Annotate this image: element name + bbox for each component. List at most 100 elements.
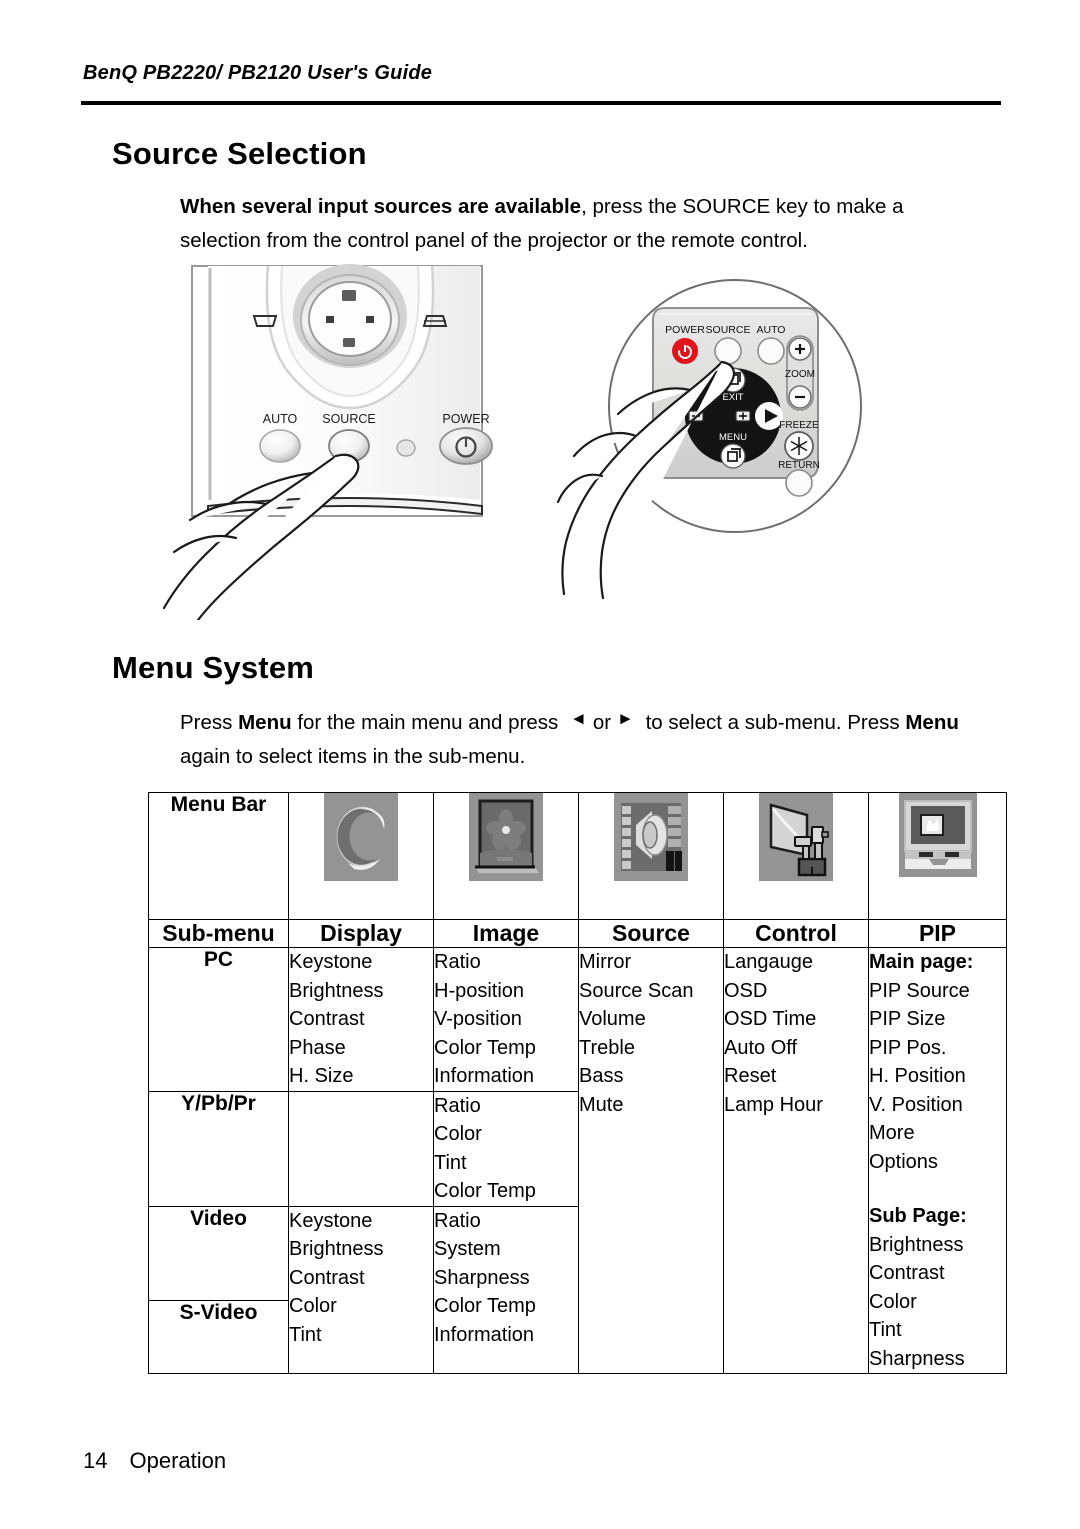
list-item: Contrast [869, 1262, 945, 1284]
image-picture-frame-icon [469, 793, 543, 881]
list-item: Brightness [869, 1233, 964, 1256]
menu-paragraph-part4: again to select items in the sub-menu. [180, 745, 526, 768]
list-item: More [869, 1122, 915, 1144]
source-selection-paragraph-bold: When several input sources are available [180, 195, 582, 218]
menu-bar-cell-pip [868, 792, 1007, 920]
list-item: Mute [579, 1093, 624, 1116]
remote-auto-button [757, 337, 785, 365]
cell-video-group-display: Keystone Brightness Contrast Color Tint [288, 1205, 434, 1374]
list-item: PIP Source [869, 979, 970, 1002]
pip-spacer [869, 1176, 1006, 1202]
cell-pc-display: Keystone Brightness Contrast Phase H. Si… [288, 947, 434, 1092]
list-item: Brightness [289, 979, 384, 1002]
menu-paragraph-part1: Press [180, 711, 239, 734]
list-item: OSD Time [724, 1008, 817, 1030]
list-item: Bass [579, 1065, 624, 1087]
display-ring-icon [324, 793, 398, 881]
projector-auto-label: AUTO [263, 412, 298, 426]
list-item: Lamp Hour [724, 1093, 823, 1116]
list-item: H. Position [869, 1065, 966, 1087]
list-item: Color [289, 1295, 337, 1317]
menu-system-table: Menu Bar Sub-menu Display Image Source C… [148, 792, 1007, 1374]
menu-paragraph-part3: to select a sub-menu. Press [639, 711, 906, 734]
list-item: Keystone [289, 951, 373, 973]
cell-pip-column: Main page: PIP Source PIP Size PIP Pos. … [868, 947, 1007, 1374]
menu-paragraph-part2: for the main menu and press [291, 711, 564, 734]
cell-ypbpr-image: Ratio Color Tint Color Temp [433, 1090, 579, 1207]
menu-paragraph-bold1: Menu [238, 711, 292, 734]
row-label-ypbpr: Y/Pb/Pr [148, 1090, 289, 1207]
right-arrow-icon: ► [617, 709, 634, 728]
header-image: Image [433, 919, 579, 948]
cell-video-group-image: Ratio System Sharpness Color Temp Inform… [433, 1205, 579, 1374]
list-item: Color Temp [434, 1180, 536, 1202]
footer-page-number: 14 [83, 1448, 108, 1473]
list-item: Contrast [289, 1008, 365, 1030]
row-label-svideo: S-Video [148, 1300, 289, 1374]
list-item: Ratio [434, 951, 481, 973]
control-projector-screen-icon [759, 793, 833, 881]
list-item: Options [869, 1150, 938, 1173]
list-item: Tint [289, 1323, 322, 1346]
list-item: V. Position [869, 1093, 963, 1116]
source-selection-heading: Source Selection [112, 136, 367, 171]
projector-source-label: SOURCE [322, 412, 375, 426]
header-rule [81, 101, 1001, 105]
remote-auto-label: AUTO [757, 324, 786, 336]
list-item: System [434, 1238, 501, 1260]
source-selection-illustration: AUTO SOURCE POWER POWER SOURCE AUTO ZOOM… [150, 250, 940, 622]
remote-menu-button [720, 443, 746, 469]
list-item: Color [434, 1123, 482, 1145]
running-header: BenQ PB2220/ PB2120 User's Guide [83, 62, 433, 84]
header-display: Display [288, 919, 434, 948]
table-row-headers: Sub-menu Display Image Source Control PI… [148, 919, 1007, 948]
page-footer: 14 Operation [83, 1448, 226, 1474]
menu-paragraph-bold2: Menu [905, 711, 959, 734]
projector-power-label: POWER [442, 412, 489, 426]
list-item: Information [434, 1323, 535, 1346]
table-row-pc: PC Keystone Brightness Contrast Phase H.… [148, 947, 1007, 1374]
list-item: Reset [724, 1065, 777, 1087]
projector-auto-button [259, 429, 301, 463]
menu-bar-cell-source [578, 792, 724, 920]
remote-zoom-label: ZOOM [785, 369, 815, 380]
list-item: Color Temp [434, 1295, 536, 1317]
header-source: Source [578, 919, 724, 948]
list-item: Tint [869, 1319, 902, 1341]
remote-control-illustration: POWER SOURCE AUTO ZOOM EXIT MENU FREEZE … [556, 279, 862, 600]
row-label-pc: PC [148, 947, 289, 1092]
remote-source-button [714, 337, 742, 365]
list-item: Brightness [289, 1238, 384, 1260]
list-item: H-position [434, 979, 525, 1002]
menu-system-paragraph: Press Menu for the main menu and press ◄… [180, 706, 1010, 774]
list-item: Auto Off [724, 1036, 798, 1059]
list-item: Color Temp [434, 1036, 536, 1059]
footer-section-name: Operation [129, 1448, 227, 1473]
pip-sub-page-title: Sub Page: [869, 1205, 967, 1227]
list-item: Sharpness [869, 1347, 965, 1370]
list-item: Mirror [579, 951, 632, 973]
menu-bar-cell-display [288, 792, 434, 920]
pip-monitor-inset-icon [898, 793, 977, 877]
cell-source-column: Mirror Source Scan Volume Treble Bass Mu… [578, 947, 724, 1374]
list-item: Langauge [724, 951, 813, 973]
list-item: Treble [579, 1036, 635, 1059]
row-label-video: Video [148, 1205, 289, 1301]
menu-system-heading: Menu System [112, 650, 315, 685]
remote-source-label: SOURCE [706, 324, 751, 336]
projector-control-panel-illustration: AUTO SOURCE POWER [162, 264, 493, 622]
list-item: Color [869, 1290, 917, 1313]
list-item: H. Size [289, 1065, 354, 1087]
remote-menu-label: MENU [719, 432, 747, 443]
list-item: Ratio [434, 1209, 481, 1232]
header-sub-menu: Sub-menu [148, 919, 289, 948]
list-item: Source Scan [579, 979, 694, 1002]
cell-ypbpr-display [288, 1090, 434, 1207]
list-item: Ratio [434, 1094, 481, 1117]
list-item: Keystone [289, 1209, 373, 1232]
cell-control-column: Langauge OSD OSD Time Auto Off Reset Lam… [723, 947, 869, 1374]
remote-return-button [785, 469, 813, 497]
remote-freeze-label: FREEZE [779, 420, 819, 431]
remote-exit-label: EXIT [722, 392, 743, 403]
header-pip: PIP [868, 919, 1007, 948]
